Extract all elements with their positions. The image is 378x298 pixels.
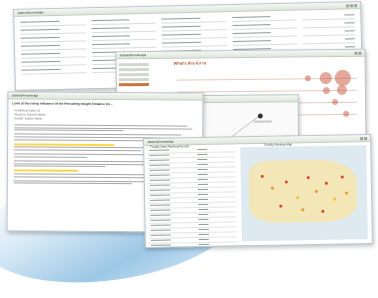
window-control-icon[interactable] xyxy=(350,3,354,7)
list-item[interactable] xyxy=(90,17,156,26)
timeline-bubble[interactable] xyxy=(336,84,347,95)
article-meta: Published: Date (1) Sources: Source Name… xyxy=(8,107,202,122)
list-item[interactable] xyxy=(161,24,227,32)
list-item[interactable] xyxy=(232,22,297,30)
map-marker[interactable] xyxy=(314,189,319,194)
list-item[interactable] xyxy=(161,32,227,40)
article-paragraph xyxy=(14,124,196,132)
map-marker[interactable] xyxy=(270,186,274,190)
window-control-icon[interactable] xyxy=(354,51,358,55)
list-item[interactable] xyxy=(20,35,86,43)
list-item[interactable] xyxy=(91,41,157,50)
timeline-bubble[interactable] xyxy=(322,87,330,95)
sidebar-item-active[interactable] xyxy=(118,82,149,87)
list-item[interactable] xyxy=(20,19,86,27)
timeline-bubble[interactable] xyxy=(343,110,350,117)
window-controls[interactable] xyxy=(346,3,358,7)
window-controls[interactable] xyxy=(360,136,368,140)
app-logo: Jabber|Knowledge xyxy=(147,139,174,144)
list-item[interactable] xyxy=(232,38,298,46)
map-marker[interactable] xyxy=(284,180,288,184)
list-item[interactable] xyxy=(21,67,87,75)
app-logo: Jabber|Knowledge xyxy=(11,93,39,98)
title-bar: Jabber|Knowledge xyxy=(116,49,365,60)
table-row[interactable] xyxy=(148,242,237,248)
map-marker[interactable] xyxy=(321,209,325,213)
ranking-table xyxy=(147,147,237,248)
map-landmass xyxy=(248,159,358,224)
map-marker[interactable] xyxy=(345,191,349,195)
sidebar-item[interactable] xyxy=(118,72,149,77)
timeline-bubble[interactable] xyxy=(319,72,332,85)
list-item[interactable] xyxy=(91,33,157,42)
list-item[interactable] xyxy=(21,51,86,59)
us-map[interactable] xyxy=(240,145,368,242)
meta-author: Author: Author Name xyxy=(14,116,43,121)
list-item[interactable] xyxy=(232,14,297,22)
map-marker[interactable] xyxy=(296,196,300,200)
map-marker[interactable] xyxy=(324,181,328,185)
map-marker[interactable] xyxy=(306,176,310,180)
sidebar xyxy=(118,61,149,88)
node-label xyxy=(253,120,272,123)
window-map-view[interactable]: Jabber|Knowledge Facility Data Ranking R… xyxy=(143,134,373,248)
view-title: What's this for to xyxy=(173,60,207,66)
list-item[interactable] xyxy=(303,37,355,45)
map-marker[interactable] xyxy=(301,208,305,212)
window-controls[interactable] xyxy=(354,51,362,55)
sidebar-item[interactable] xyxy=(118,77,149,82)
list-item[interactable] xyxy=(162,40,227,48)
app-logo: Jabber|Knowledge xyxy=(17,10,44,15)
list-item[interactable] xyxy=(20,43,86,51)
list-item[interactable] xyxy=(91,25,156,34)
map-marker[interactable] xyxy=(279,204,283,208)
list-item[interactable] xyxy=(302,13,355,21)
list-item[interactable] xyxy=(21,59,86,67)
timeline-bubble[interactable] xyxy=(304,75,311,82)
sidebar-item[interactable] xyxy=(118,62,149,67)
window-control-icon[interactable] xyxy=(358,51,362,55)
map-marker[interactable] xyxy=(340,175,344,179)
window-control-icon[interactable] xyxy=(360,136,364,140)
node-icon[interactable] xyxy=(257,113,263,119)
headline-text: Look at the rising influence of the Perv… xyxy=(12,101,113,107)
map-marker[interactable] xyxy=(333,197,337,201)
list-item[interactable] xyxy=(20,27,86,35)
timeline-bubble[interactable] xyxy=(332,98,339,106)
sidebar-item[interactable] xyxy=(118,67,149,72)
list-item[interactable] xyxy=(303,29,355,37)
window-control-icon[interactable] xyxy=(346,3,350,7)
timeline-bubble[interactable] xyxy=(334,69,351,87)
list-item[interactable] xyxy=(161,16,227,24)
window-control-icon[interactable] xyxy=(364,136,368,140)
map-marker[interactable] xyxy=(260,174,264,178)
list-item[interactable] xyxy=(232,30,298,38)
list-item[interactable] xyxy=(302,21,355,29)
window-control-icon[interactable] xyxy=(354,3,358,7)
app-logo: Jabber|Knowledge xyxy=(119,52,147,58)
